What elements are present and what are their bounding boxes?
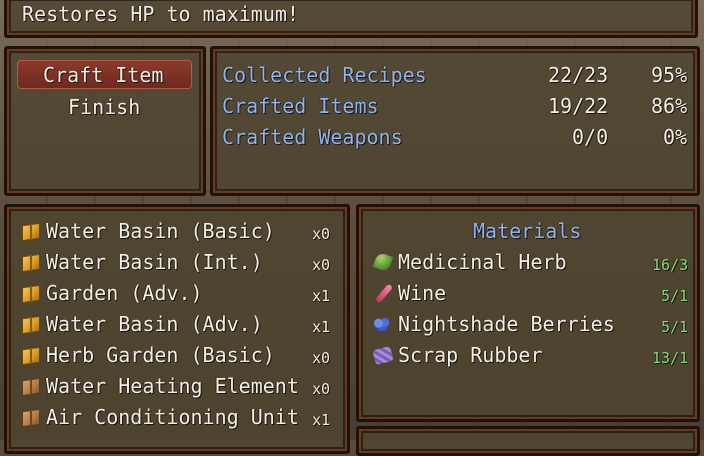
item-description: Restores HP to maximum! — [22, 2, 299, 26]
material-name: Medicinal Herb — [398, 250, 567, 274]
material-qty: 16/3 — [652, 256, 689, 274]
recipe-qty: x0 — [312, 349, 331, 367]
herb-icon — [372, 251, 394, 273]
stat-count-items: 19/22 — [548, 94, 609, 118]
recipe-qty: x0 — [312, 380, 331, 398]
stat-percent-recipes: 95% — [651, 63, 688, 87]
recipe-qty: x0 — [312, 225, 331, 243]
crate-brown-icon — [20, 375, 42, 397]
recipe-name: Garden (Adv.) — [46, 281, 203, 305]
recipe-name: Water Basin (Basic) — [46, 219, 275, 243]
recipe-name: Water Heating Element — [46, 374, 299, 398]
crate-brown-icon — [20, 406, 42, 428]
stat-percent-weapons: 0% — [663, 125, 688, 149]
material-name: Nightshade Berries — [398, 312, 615, 336]
recipe-qty: x1 — [312, 318, 331, 336]
recipe-qty: x0 — [312, 256, 331, 274]
material-qty: 5/1 — [661, 287, 689, 305]
materials-title: Materials — [473, 219, 582, 243]
menu-item-craft[interactable]: Craft Item — [43, 64, 163, 86]
stat-count-recipes: 22/23 — [548, 63, 609, 87]
stat-percent-items: 86% — [651, 94, 688, 118]
material-qty: 5/1 — [661, 318, 689, 336]
recipe-name: Herb Garden (Basic) — [46, 343, 275, 367]
stat-label-items: Crafted Items — [222, 94, 379, 118]
material-name: Scrap Rubber — [398, 343, 543, 367]
stat-count-weapons: 0/0 — [572, 125, 609, 149]
crate-yellow-icon — [20, 220, 42, 242]
crate-yellow-icon — [20, 344, 42, 366]
lower-window-edge — [356, 426, 700, 456]
berries-icon — [372, 313, 394, 335]
recipe-name: Water Basin (Int.) — [46, 250, 263, 274]
stat-label-weapons: Crafted Weapons — [222, 125, 403, 149]
recipe-qty: x1 — [312, 287, 331, 305]
material-qty: 13/1 — [652, 349, 689, 367]
crate-yellow-icon — [20, 251, 42, 273]
recipe-name: Water Basin (Adv.) — [46, 312, 263, 336]
stat-label-recipes: Collected Recipes — [222, 63, 427, 87]
recipe-name: Air Conditioning Unit — [46, 405, 299, 429]
recipe-qty: x1 — [312, 411, 331, 429]
wine-bottle-icon — [372, 282, 394, 304]
menu-item-finish[interactable]: Finish — [68, 96, 140, 118]
crate-yellow-icon — [20, 282, 42, 304]
crate-yellow-icon — [20, 313, 42, 335]
rubber-icon — [372, 344, 394, 366]
material-name: Wine — [398, 281, 447, 305]
